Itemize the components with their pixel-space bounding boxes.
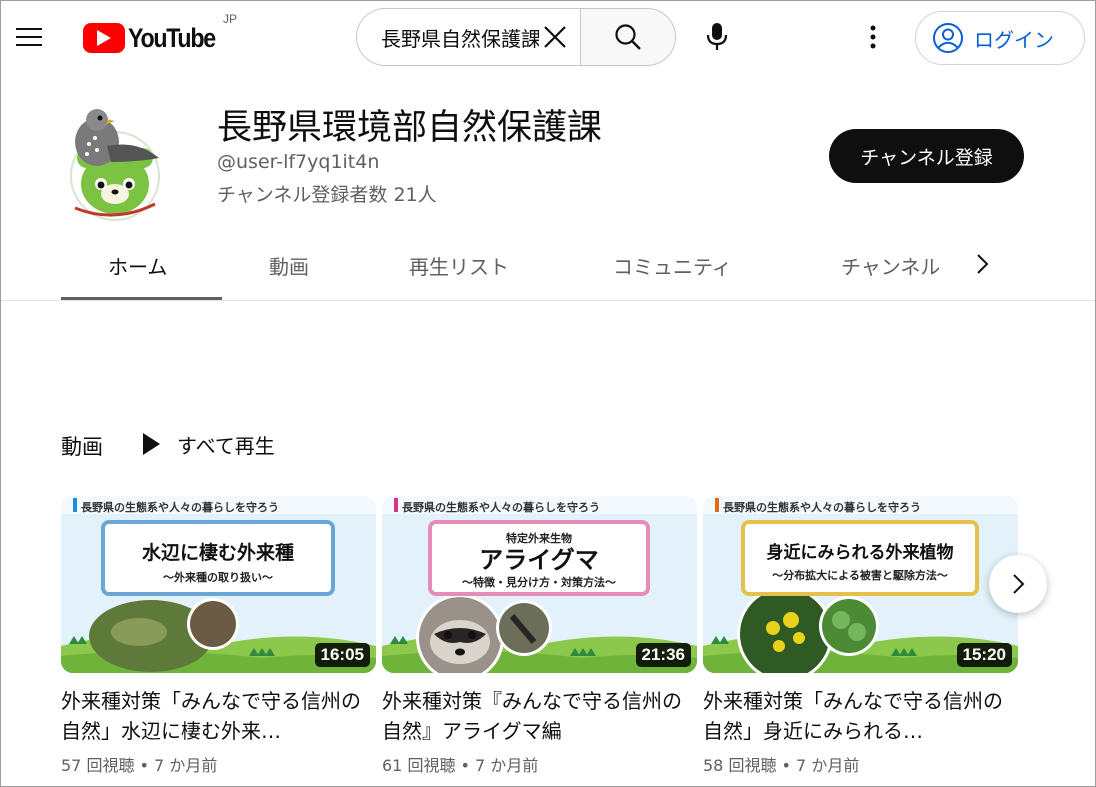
video-title[interactable]: 外来種対策「みんなで守る信州の自然」水辺に棲む外来…: [61, 686, 376, 746]
thumbnail-caption: 〜特徴・見分け方・対策方法〜: [462, 576, 616, 589]
video-thumbnail[interactable]: 長野県の生態系や人々の暮らしを守ろう 身近にみられる外来植物 〜分布拡大による被…: [703, 496, 1018, 673]
thumbnail-caption: 〜外来種の取り扱い〜: [163, 571, 273, 584]
thumbnail-caption: 〜分布拡大による被害と駆除方法〜: [772, 569, 948, 582]
voice-search-button[interactable]: [697, 17, 737, 57]
subscriber-count: チャンネル登録者数 21人: [217, 184, 437, 206]
channel-name: 長野県環境部自然保護課: [217, 108, 603, 148]
account-icon: [933, 23, 963, 53]
tabs-scroll-right-icon[interactable]: [967, 249, 997, 279]
video-title[interactable]: 外来種対策「みんなで守る信州の自然」身近にみられる…: [703, 686, 1018, 746]
video-duration: 15:20: [956, 643, 1012, 667]
menu-icon[interactable]: [9, 17, 49, 57]
more-options-icon[interactable]: [853, 17, 893, 57]
play-icon: [143, 433, 160, 455]
tab-playlists[interactable]: 再生リスト: [409, 251, 509, 280]
video-duration: 16:05: [314, 643, 370, 667]
play-all-label: すべて再生: [177, 433, 275, 458]
search-icon: [615, 24, 641, 50]
video-duration: 21:36: [635, 643, 691, 667]
youtube-logo[interactable]: YouTube: [83, 21, 229, 55]
thumbnail-title: 水辺に棲む外来種: [141, 542, 294, 564]
search-box[interactable]: 長野県自然保護課: [356, 8, 580, 66]
tab-community[interactable]: コミュニティ: [613, 251, 732, 280]
shelf-title[interactable]: 動画: [61, 431, 103, 461]
thumbnail-title-box: 水辺に棲む外来種 〜外来種の取り扱い〜: [101, 520, 335, 596]
chevron-right-icon: [1013, 574, 1025, 594]
shelf-scroll-right-button[interactable]: [989, 555, 1047, 613]
channel-avatar[interactable]: [67, 100, 167, 224]
video-title[interactable]: 外来種対策『みんなで守る信州の自然』アライグマ編: [382, 686, 697, 746]
subscribe-button[interactable]: チャンネル登録: [829, 129, 1024, 183]
video-meta: 58 回視聴 • 7 か月前: [703, 756, 860, 775]
video-card[interactable]: 長野県の生態系や人々の暮らしを守ろう 身近にみられる外来植物 〜分布拡大による被…: [703, 496, 1018, 776]
channel-tabs: ホーム 動画 再生リスト コミュニティ チャンネル: [1, 231, 1095, 301]
thumbnail-title: 身近にみられる外来植物: [766, 543, 954, 563]
thumbnail-title-box: 身近にみられる外来植物 〜分布拡大による被害と駆除方法〜: [741, 520, 979, 596]
thumbnail-subtitle: 特定外来生物: [506, 532, 572, 545]
microphone-icon: [706, 23, 728, 50]
login-label: ログイン: [974, 27, 1054, 52]
search-button[interactable]: [580, 8, 676, 66]
play-logo-icon: [83, 23, 125, 53]
video-meta: 57 回視聴 • 7 か月前: [61, 756, 218, 775]
video-card[interactable]: 長野県の生態系や人々の暮らしを守ろう 水辺に棲む外来種 〜外来種の取り扱い〜 1…: [61, 496, 376, 776]
tab-channels[interactable]: チャンネル: [841, 251, 940, 280]
tab-videos[interactable]: 動画: [269, 251, 309, 280]
active-tab-indicator: [61, 297, 222, 300]
thumbnail-banner: 長野県の生態系や人々の暮らしを守ろう: [402, 501, 600, 514]
thumbnail-title: アライグマ: [479, 546, 599, 574]
play-all-button[interactable]: すべて再生: [141, 429, 275, 459]
thumbnail-title-box: 特定外来生物 アライグマ 〜特徴・見分け方・対策方法〜: [428, 520, 650, 596]
thumbnail-banner: 長野県の生態系や人々の暮らしを守ろう: [81, 501, 279, 514]
channel-handle: @user-lf7yq1it4n: [217, 151, 380, 173]
thumbnail-banner: 長野県の生態系や人々の暮らしを守ろう: [723, 501, 921, 514]
video-meta: 61 回視聴 • 7 か月前: [382, 756, 539, 775]
masthead: YouTube JP 長野県自然保護課 ログイン: [1, 1, 1095, 73]
search-bar: 長野県自然保護課: [356, 8, 676, 66]
clear-search-icon[interactable]: [539, 21, 571, 53]
tab-home[interactable]: ホーム: [108, 251, 167, 280]
video-thumbnail[interactable]: 長野県の生態系や人々の暮らしを守ろう 水辺に棲む外来種 〜外来種の取り扱い〜 1…: [61, 496, 376, 673]
login-button[interactable]: ログイン: [915, 11, 1085, 65]
logo-text: YouTube: [128, 22, 216, 53]
search-input[interactable]: 長野県自然保護課: [381, 23, 539, 52]
video-thumbnail[interactable]: 長野県の生態系や人々の暮らしを守ろう 特定外来生物 アライグマ 〜特徴・見分け方…: [382, 496, 697, 673]
region-code: JP: [223, 12, 238, 26]
video-card[interactable]: 長野県の生態系や人々の暮らしを守ろう 特定外来生物 アライグマ 〜特徴・見分け方…: [382, 496, 697, 776]
